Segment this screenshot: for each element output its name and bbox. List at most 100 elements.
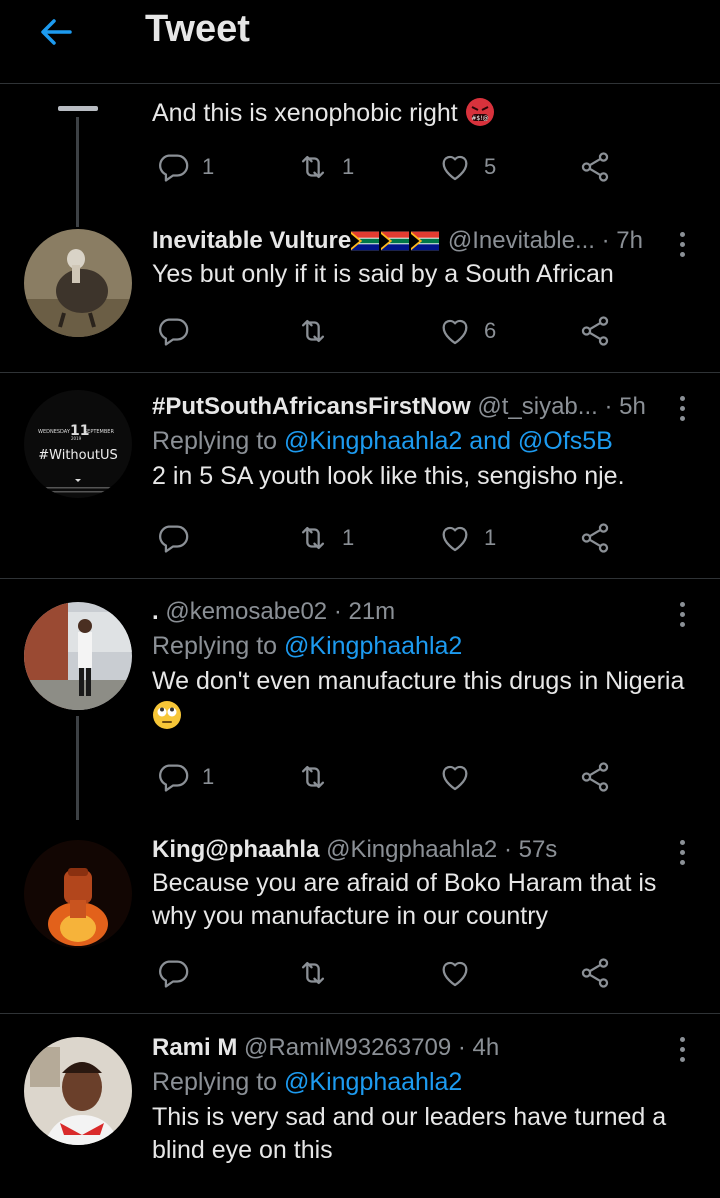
- user-handle: @RamiM93263709: [244, 1034, 452, 1061]
- retweet-button[interactable]: [296, 953, 342, 993]
- share-icon: [578, 314, 612, 348]
- share-icon: [578, 521, 612, 555]
- like-button[interactable]: 5: [438, 147, 496, 187]
- avatar[interactable]: [24, 229, 132, 337]
- avatar[interactable]: [24, 602, 132, 710]
- tweet[interactable]: . @kemosabe02 · 21m Replying to @Kingpha…: [0, 580, 720, 820]
- replying-to-link[interactable]: @Kingphaahla2: [284, 632, 462, 660]
- share-button[interactable]: [578, 518, 612, 558]
- avatar[interactable]: WEDNESDAY 11 SEPTEMBER 2019 #WithoutUS: [24, 390, 132, 498]
- timestamp: · 5h: [604, 393, 646, 420]
- user-name[interactable]: Rami M: [152, 1034, 237, 1061]
- timestamp: · 21m: [333, 598, 396, 625]
- timestamp: · 57s: [503, 836, 558, 863]
- reply-icon: [156, 521, 190, 555]
- retweet-count: 1: [342, 154, 355, 179]
- reply-button[interactable]: 1: [156, 147, 214, 187]
- replying-to-link[interactable]: @Kingphaahla2 and @Ofs5B: [284, 427, 613, 455]
- avatar[interactable]: [24, 1037, 132, 1145]
- replying-label: Replying to: [152, 1068, 285, 1096]
- retweet-icon: [296, 314, 330, 348]
- more-icon[interactable]: [674, 396, 690, 426]
- page-title: Tweet: [145, 8, 250, 50]
- replying-to-link[interactable]: @Kingphaahla2: [284, 1068, 462, 1096]
- top-bar: Tweet: [0, 0, 720, 84]
- reply-button[interactable]: 1: [156, 757, 214, 797]
- share-icon: [578, 956, 612, 990]
- user-handle: @kemosabe02: [165, 598, 328, 625]
- reply-button[interactable]: [156, 311, 202, 351]
- user-name[interactable]: #PutSouthAfricansFirstNow: [152, 393, 471, 420]
- share-button[interactable]: [578, 311, 612, 351]
- like-count: 1: [484, 525, 497, 550]
- tweet[interactable]: WEDNESDAY 11 SEPTEMBER 2019 #WithoutUS #…: [0, 374, 720, 579]
- reply-button[interactable]: [156, 518, 202, 558]
- user-handle: @t_siyab...: [477, 393, 598, 420]
- more-icon[interactable]: [674, 602, 690, 632]
- avatar-date-right: SEPTEMBER: [84, 429, 114, 435]
- reply-icon: [156, 314, 190, 348]
- share-button[interactable]: [578, 953, 612, 993]
- tweet-text: Because you are afraid of Boko Haram tha…: [152, 869, 657, 930]
- retweet-count: 1: [342, 525, 355, 550]
- retweet-button[interactable]: [296, 757, 342, 797]
- retweet-button[interactable]: [296, 311, 342, 351]
- user-name[interactable]: King@phaahla: [152, 836, 319, 863]
- retweet-button[interactable]: 1: [296, 147, 354, 187]
- tweet[interactable]: Rami M @RamiM93263709 · 4h Replying to @…: [0, 1015, 720, 1198]
- like-icon: [438, 956, 472, 990]
- south-africa-flag-icon: [351, 231, 379, 251]
- more-icon[interactable]: [674, 840, 690, 870]
- replying-label: Replying to: [152, 427, 285, 455]
- user-name[interactable]: .: [152, 598, 159, 625]
- like-icon: [438, 760, 472, 794]
- like-button[interactable]: [438, 757, 484, 797]
- more-icon[interactable]: [674, 232, 690, 262]
- like-icon: [438, 314, 472, 348]
- tweet[interactable]: King@phaahla @Kingphaahla2 · 57s Because…: [0, 818, 720, 1014]
- reply-icon: [156, 150, 190, 184]
- retweet-icon: [296, 150, 330, 184]
- more-icon[interactable]: [674, 1037, 690, 1067]
- avatar[interactable]: [24, 840, 132, 948]
- share-button[interactable]: [578, 147, 612, 187]
- south-africa-flag-icon: [411, 231, 439, 251]
- user-name[interactable]: Inevitable Vulture: [152, 227, 351, 254]
- tweet-text: This is very sad and our leaders have tu…: [152, 1103, 667, 1164]
- like-button[interactable]: [438, 953, 484, 993]
- like-button[interactable]: 1: [438, 518, 496, 558]
- retweet-icon: [296, 521, 330, 555]
- like-icon: [438, 521, 472, 555]
- reply-button[interactable]: [156, 953, 202, 993]
- avatar-brand: #WithoutUS: [38, 448, 117, 463]
- avatar-date-left: WEDNESDAY: [38, 429, 71, 435]
- tweet-text: And this is xenophobic right: [152, 99, 458, 127]
- tweet-text: We don't even manufacture this drugs in …: [152, 667, 685, 695]
- replying-label: Replying to: [152, 632, 285, 660]
- svg-text:#$!@: #$!@: [471, 115, 488, 122]
- retweet-button[interactable]: 1: [296, 518, 354, 558]
- avatar-fragment: [58, 106, 98, 111]
- angry-face-with-symbols-emoji: #$!@: [465, 98, 494, 126]
- reply-count: 1: [202, 154, 215, 179]
- retweet-icon: [296, 956, 330, 990]
- share-button[interactable]: [578, 757, 612, 797]
- tweet[interactable]: Inevitable Vulture @Inevitable... · 7h Y…: [0, 210, 720, 373]
- tweet-text: 2 in 5 SA youth look like this, sengisho…: [152, 462, 625, 490]
- face-with-rolling-eyes-emoji: [153, 701, 181, 729]
- south-africa-flag-icon: [381, 231, 409, 251]
- like-count: 6: [484, 318, 497, 343]
- tweet-text: Yes but only if it is said by a South Af…: [152, 260, 614, 288]
- back-arrow-icon[interactable]: [36, 12, 76, 52]
- user-handle: @Inevitable...: [447, 227, 595, 254]
- like-button[interactable]: 6: [438, 311, 496, 351]
- reply-icon: [156, 956, 190, 990]
- user-handle: @Kingphaahla2: [326, 836, 498, 863]
- timestamp: · 4h: [457, 1034, 500, 1061]
- timestamp: · 7h: [601, 227, 643, 254]
- share-icon: [578, 760, 612, 794]
- tweet-partial[interactable]: And this is xenophobic right #$!@ 1 1 5: [0, 85, 720, 227]
- share-icon: [578, 150, 612, 184]
- thread-line: [76, 716, 79, 820]
- like-count: 5: [484, 154, 497, 179]
